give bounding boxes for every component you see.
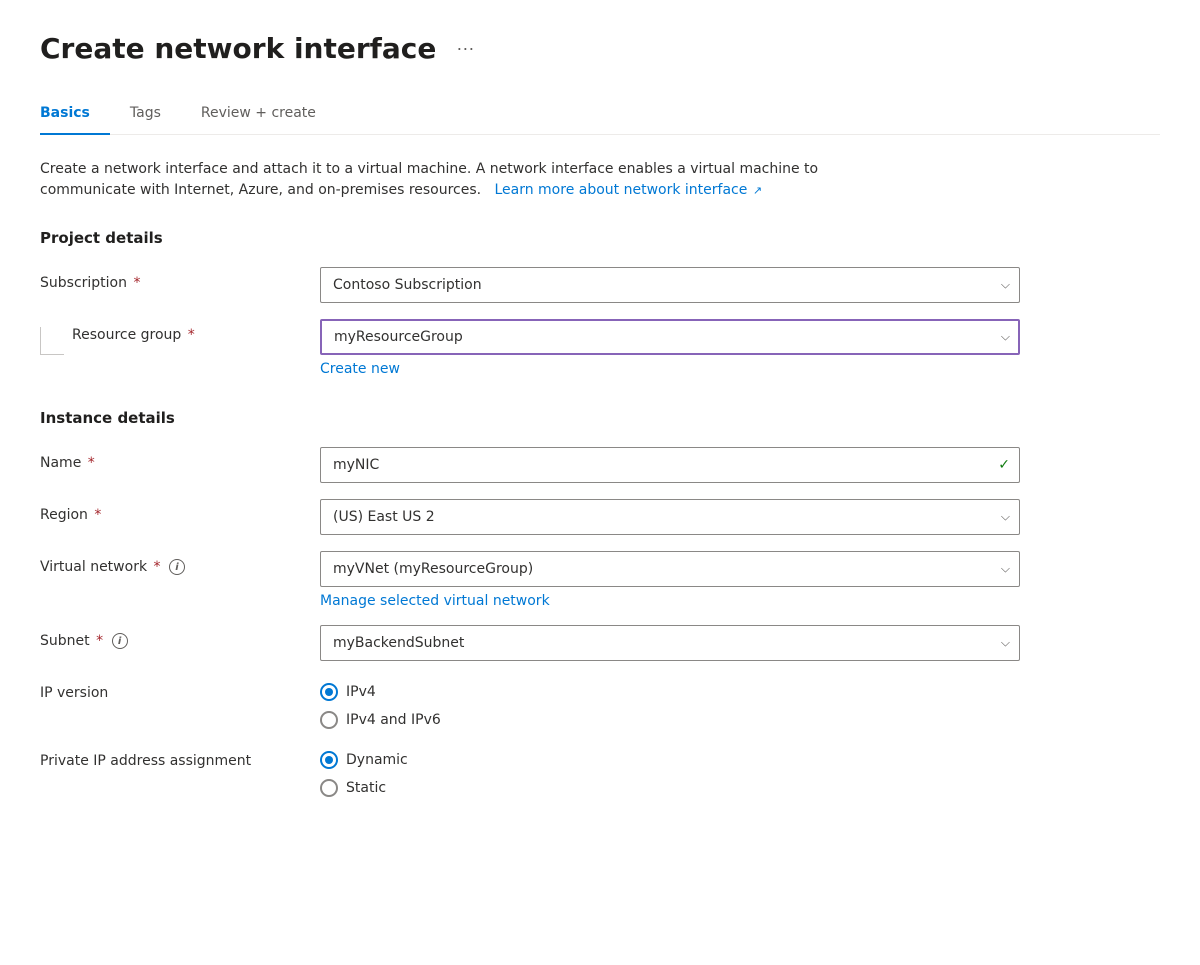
subnet-select-wrapper: myBackendSubnet ⌵	[320, 625, 1020, 661]
private-ip-static-radio[interactable]	[320, 779, 338, 797]
virtual-network-required: *	[154, 559, 161, 575]
region-select[interactable]: (US) East US 2	[320, 499, 1020, 535]
resource-group-row: Resource group * myResourceGroup ⌵ Creat…	[40, 319, 1160, 377]
ip-version-ipv4ipv6-option[interactable]: IPv4 and IPv6	[320, 711, 1020, 729]
subnet-row: Subnet * i myBackendSubnet ⌵	[40, 625, 1160, 661]
ip-version-radio-group: IPv4 IPv4 and IPv6	[320, 677, 1020, 729]
external-link-icon: ↗	[749, 184, 762, 197]
name-input[interactable]	[320, 447, 1020, 483]
ip-version-ipv4ipv6-label: IPv4 and IPv6	[346, 712, 441, 728]
subscription-label: Subscription	[40, 275, 127, 291]
project-details-section: Project details Subscription * Contoso S…	[40, 229, 1160, 377]
subnet-info-icon[interactable]: i	[112, 633, 128, 649]
region-required: *	[94, 507, 101, 523]
ip-version-ipv4-radio[interactable]	[320, 683, 338, 701]
tab-review-create[interactable]: Review + create	[181, 93, 336, 135]
tab-bar: Basics Tags Review + create	[40, 93, 1160, 135]
virtual-network-select[interactable]: myVNet (myResourceGroup)	[320, 551, 1020, 587]
ip-version-row: IP version IPv4 IPv4 and IPv6	[40, 677, 1160, 729]
name-label: Name	[40, 455, 81, 471]
private-ip-dynamic-label: Dynamic	[346, 752, 408, 768]
ip-version-label: IP version	[40, 685, 108, 701]
learn-more-link[interactable]: Learn more about network interface ↗	[490, 182, 762, 198]
private-ip-radio-group: Dynamic Static	[320, 745, 1020, 797]
indent-line	[40, 327, 64, 355]
instance-details-heading: Instance details	[40, 409, 1160, 427]
virtual-network-select-wrapper: myVNet (myResourceGroup) ⌵	[320, 551, 1020, 587]
subscription-row: Subscription * Contoso Subscription ⌵	[40, 267, 1160, 303]
name-row: Name * ✓	[40, 447, 1160, 483]
project-details-heading: Project details	[40, 229, 1160, 247]
resource-group-select[interactable]: myResourceGroup	[320, 319, 1020, 355]
virtual-network-info-icon[interactable]: i	[169, 559, 185, 575]
name-input-wrapper: ✓	[320, 447, 1020, 483]
tab-basics[interactable]: Basics	[40, 93, 110, 135]
ip-version-ipv4-option[interactable]: IPv4	[320, 683, 1020, 701]
tab-tags[interactable]: Tags	[110, 93, 181, 135]
private-ip-row: Private IP address assignment Dynamic St…	[40, 745, 1160, 797]
resource-group-label: Resource group	[72, 327, 181, 343]
manage-virtual-network-link[interactable]: Manage selected virtual network	[320, 593, 550, 609]
page-title: Create network interface	[40, 32, 436, 65]
resource-group-select-wrapper: myResourceGroup ⌵	[320, 319, 1020, 355]
subnet-select[interactable]: myBackendSubnet	[320, 625, 1020, 661]
resource-group-required: *	[188, 327, 195, 343]
private-ip-dynamic-radio[interactable]	[320, 751, 338, 769]
subscription-required: *	[133, 275, 140, 291]
private-ip-static-option[interactable]: Static	[320, 779, 1020, 797]
subscription-select-wrapper: Contoso Subscription ⌵	[320, 267, 1020, 303]
name-required: *	[88, 455, 95, 471]
region-row: Region * (US) East US 2 ⌵	[40, 499, 1160, 535]
virtual-network-label: Virtual network	[40, 559, 147, 575]
region-label: Region	[40, 507, 88, 523]
virtual-network-row: Virtual network * i myVNet (myResourceGr…	[40, 551, 1160, 609]
more-options-button[interactable]: ···	[448, 34, 482, 63]
description-text: Create a network interface and attach it…	[40, 159, 890, 201]
ip-version-ipv4ipv6-radio[interactable]	[320, 711, 338, 729]
subscription-select[interactable]: Contoso Subscription	[320, 267, 1020, 303]
subnet-label: Subnet	[40, 633, 90, 649]
private-ip-dynamic-option[interactable]: Dynamic	[320, 751, 1020, 769]
instance-details-section: Instance details Name * ✓ Region *	[40, 409, 1160, 797]
resource-group-label-wrapper: Resource group *	[40, 327, 320, 355]
private-ip-static-label: Static	[346, 780, 386, 796]
ip-version-ipv4-label: IPv4	[346, 684, 376, 700]
subnet-required: *	[96, 633, 103, 649]
private-ip-label: Private IP address assignment	[40, 753, 251, 769]
create-new-resource-group-link[interactable]: Create new	[320, 361, 400, 377]
region-select-wrapper: (US) East US 2 ⌵	[320, 499, 1020, 535]
